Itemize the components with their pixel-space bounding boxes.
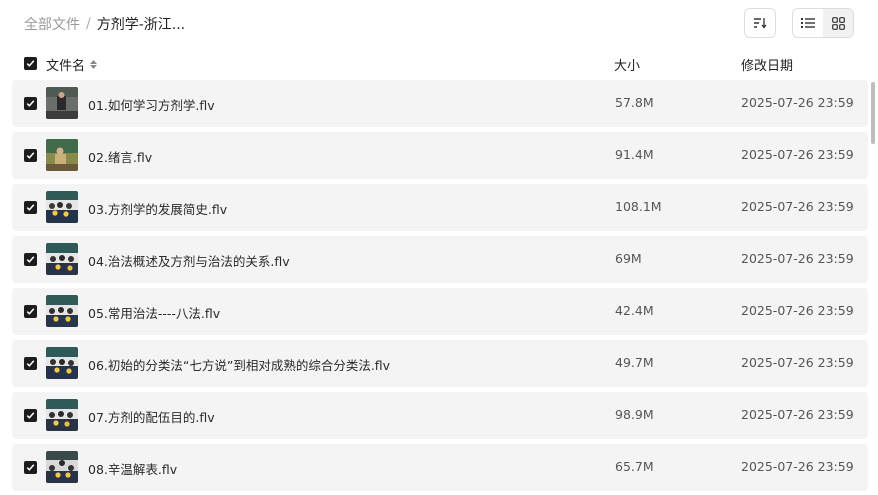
file-name[interactable]: 05.常用治法----八法.flv xyxy=(88,303,220,322)
table-header: 文件名 大小 修改日期 xyxy=(0,52,878,76)
row-checkbox[interactable] xyxy=(24,149,37,162)
file-date: 2025-07-26 23:59 xyxy=(741,407,854,422)
file-row[interactable]: 07.方剂的配伍目的.flv 98.9M 2025-07-26 23:59 xyxy=(12,392,868,439)
file-name[interactable]: 03.方剂学的发展简史.flv xyxy=(88,199,227,218)
video-thumbnail xyxy=(46,295,78,327)
file-name[interactable]: 01.如何学习方剂学.flv xyxy=(88,95,215,114)
video-thumbnail xyxy=(46,243,78,275)
row-checkbox[interactable] xyxy=(24,305,37,318)
file-date: 2025-07-26 23:59 xyxy=(741,355,854,370)
column-header-size[interactable]: 大小 xyxy=(614,55,640,74)
video-thumbnail xyxy=(46,451,78,483)
check-icon xyxy=(26,204,35,211)
file-row[interactable]: 04.治法概述及方剂与治法的关系.flv 69M 2025-07-26 23:5… xyxy=(12,236,868,283)
file-date: 2025-07-26 23:59 xyxy=(741,147,854,162)
file-name[interactable]: 08.辛温解表.flv xyxy=(88,459,177,478)
file-size: 69M xyxy=(615,251,642,266)
file-row[interactable]: 02.绪言.flv 91.4M 2025-07-26 23:59 xyxy=(12,132,868,179)
grid-view-icon xyxy=(831,16,845,30)
file-size: 98.9M xyxy=(615,407,654,422)
file-row[interactable]: 01.如何学习方剂学.flv 57.8M 2025-07-26 23:59 xyxy=(12,80,868,127)
file-date: 2025-07-26 23:59 xyxy=(741,199,854,214)
breadcrumb: 全部文件 / 方剂学-浙江... xyxy=(24,14,185,34)
check-icon xyxy=(26,464,35,471)
check-icon xyxy=(26,256,35,263)
check-icon xyxy=(26,100,35,107)
file-name[interactable]: 06.初始的分类法“七方说”到相对成熟的综合分类法.flv xyxy=(88,355,390,374)
list-view-button[interactable] xyxy=(793,9,823,37)
row-checkbox[interactable] xyxy=(24,409,37,422)
check-icon xyxy=(26,152,35,159)
file-date: 2025-07-26 23:59 xyxy=(741,251,854,266)
video-thumbnail xyxy=(46,139,78,171)
row-checkbox[interactable] xyxy=(24,201,37,214)
breadcrumb-separator: / xyxy=(86,16,91,32)
file-size: 108.1M xyxy=(615,199,662,214)
grid-view-button[interactable] xyxy=(823,9,853,37)
breadcrumb-current-folder: 方剂学-浙江... xyxy=(96,17,186,33)
file-date: 2025-07-26 23:59 xyxy=(741,303,854,318)
file-size: 42.4M xyxy=(615,303,654,318)
column-header-modified[interactable]: 修改日期 xyxy=(741,55,793,74)
file-date: 2025-07-26 23:59 xyxy=(741,95,854,110)
scrollbar-thumb[interactable] xyxy=(871,82,875,144)
check-icon xyxy=(26,412,35,419)
list-view-icon xyxy=(801,18,815,28)
column-header-name[interactable]: 文件名 xyxy=(46,55,98,74)
top-bar: 全部文件 / 方剂学-浙江... xyxy=(0,0,878,48)
file-row[interactable]: 05.常用治法----八法.flv 42.4M 2025-07-26 23:59 xyxy=(12,288,868,335)
sort-caret-icon xyxy=(90,60,98,69)
check-icon xyxy=(26,360,35,367)
check-icon xyxy=(26,60,35,67)
file-date: 2025-07-26 23:59 xyxy=(741,459,854,474)
select-all-checkbox[interactable] xyxy=(24,57,37,70)
row-checkbox[interactable] xyxy=(24,461,37,474)
file-name[interactable]: 07.方剂的配伍目的.flv xyxy=(88,407,215,426)
row-checkbox[interactable] xyxy=(24,97,37,110)
file-name[interactable]: 04.治法概述及方剂与治法的关系.flv xyxy=(88,251,290,270)
check-icon xyxy=(26,308,35,315)
file-row[interactable]: 03.方剂学的发展简史.flv 108.1M 2025-07-26 23:59 xyxy=(12,184,868,231)
file-size: 91.4M xyxy=(615,147,654,162)
row-checkbox[interactable] xyxy=(24,253,37,266)
video-thumbnail xyxy=(46,399,78,431)
view-toggle-group xyxy=(792,8,854,38)
row-checkbox[interactable] xyxy=(24,357,37,370)
file-size: 49.7M xyxy=(615,355,654,370)
file-row[interactable]: 08.辛温解表.flv 65.7M 2025-07-26 23:59 xyxy=(12,444,868,491)
video-thumbnail xyxy=(46,87,78,119)
breadcrumb-root-link[interactable]: 全部文件 xyxy=(24,14,80,34)
sort-button[interactable] xyxy=(744,8,776,38)
file-size: 65.7M xyxy=(615,459,654,474)
sort-icon xyxy=(754,18,767,29)
video-thumbnail xyxy=(46,191,78,223)
file-size: 57.8M xyxy=(615,95,654,110)
file-row[interactable]: 06.初始的分类法“七方说”到相对成熟的综合分类法.flv 49.7M 2025… xyxy=(12,340,868,387)
video-thumbnail xyxy=(46,347,78,379)
column-header-name-label: 文件名 xyxy=(46,59,86,74)
file-name[interactable]: 02.绪言.flv xyxy=(88,147,152,166)
